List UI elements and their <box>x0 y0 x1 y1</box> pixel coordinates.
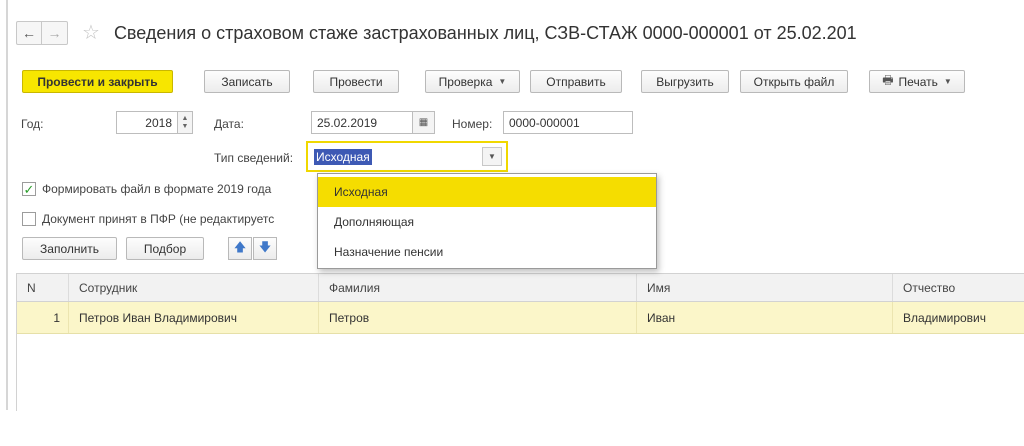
row-surname: Петров <box>319 302 637 333</box>
arrow-up-icon: 🡅 <box>233 240 247 254</box>
post-and-close-button[interactable]: Провести и закрыть <box>22 70 173 93</box>
column-header-name[interactable]: Имя <box>637 274 893 301</box>
employees-table: N Сотрудник Фамилия Имя Отчество 1 Петро… <box>16 273 1024 411</box>
type-dropdown-list: Исходная Дополняющая Назначение пенсии <box>317 173 657 269</box>
format-2019-label: Формировать файл в формате 2019 года <box>42 182 272 196</box>
arrow-down-icon: 🡇 <box>258 240 272 254</box>
favorite-star-icon[interactable]: ☆ <box>82 23 100 43</box>
dropdown-option-pension[interactable]: Назначение пенсии <box>318 237 656 267</box>
select-button[interactable]: Подбор <box>126 237 204 260</box>
chevron-down-icon: ▼ <box>943 77 952 86</box>
check-button-label: Проверка <box>438 74 493 89</box>
title-bar: ← → ☆ Сведения о страховом стаже застрах… <box>16 18 1024 48</box>
spin-down-icon: ▼ <box>181 122 189 130</box>
printer-icon: 🖶 <box>882 73 894 87</box>
year-label: Год: <box>21 117 44 131</box>
type-label: Тип сведений: <box>214 151 294 165</box>
column-header-surname[interactable]: Фамилия <box>319 274 637 301</box>
pfr-accepted-checkbox[interactable] <box>22 212 36 226</box>
left-panel-edge <box>0 0 8 410</box>
arrow-right-icon: → <box>47 25 62 41</box>
type-select-value: Исходная <box>314 149 372 165</box>
print-button[interactable]: 🖶 Печать ▼ <box>869 70 965 93</box>
move-down-button[interactable]: 🡇 <box>253 237 277 260</box>
open-file-button[interactable]: Открыть файл <box>740 70 848 93</box>
fill-button[interactable]: Заполнить <box>22 237 117 260</box>
page-title: Сведения о страховом стаже застрахованны… <box>113 22 857 43</box>
row-number: 1 <box>17 302 69 333</box>
date-input[interactable]: 25.02.2019 <box>311 111 413 134</box>
row-patronymic: Владимирович <box>903 310 987 325</box>
move-up-button[interactable]: 🡅 <box>228 237 252 260</box>
table-row[interactable]: 1 Петров Иван Владимирович Петров Иван В… <box>17 302 1024 334</box>
post-button[interactable]: Провести <box>313 70 399 93</box>
back-button[interactable]: ← <box>16 21 42 45</box>
year-input[interactable]: 2018 <box>116 111 178 134</box>
calendar-icon[interactable]: ▦ <box>413 111 435 134</box>
export-button[interactable]: Выгрузить <box>641 70 729 93</box>
dropdown-option-supplementary[interactable]: Дополняющая <box>318 207 656 237</box>
type-select[interactable]: Исходная ▼ <box>306 141 508 172</box>
print-button-label: Печать <box>898 74 938 89</box>
forward-button[interactable]: → <box>42 21 68 45</box>
chevron-down-icon: ▼ <box>498 77 507 86</box>
year-spinner[interactable]: ▲ ▼ <box>177 111 193 134</box>
save-button[interactable]: Записать <box>204 70 290 93</box>
column-header-employee[interactable]: Сотрудник <box>69 274 319 301</box>
dropdown-option-initial[interactable]: Исходная <box>318 177 656 207</box>
format-2019-checkbox[interactable]: ✓ <box>22 182 36 196</box>
arrow-left-icon: ← <box>22 25 36 41</box>
pfr-accepted-label: Документ принят в ПФР (не редактируетс <box>42 212 275 226</box>
row-name: Иван <box>637 302 893 333</box>
date-label: Дата: <box>214 117 244 131</box>
chevron-down-icon[interactable]: ▼ <box>482 147 502 166</box>
send-button[interactable]: Отправить <box>530 70 622 93</box>
number-label: Номер: <box>452 117 493 131</box>
table-header: N Сотрудник Фамилия Имя Отчество <box>17 274 1024 302</box>
column-header-patronymic[interactable]: Отчество <box>893 274 1024 301</box>
spin-up-icon: ▲ <box>181 114 189 122</box>
check-button[interactable]: Проверка ▼ <box>425 70 520 93</box>
number-input[interactable]: 0000-000001 <box>503 111 633 134</box>
column-header-n[interactable]: N <box>17 274 69 301</box>
checkmark-icon: ✓ <box>23 181 35 197</box>
row-employee: Петров Иван Владимирович <box>69 302 319 333</box>
